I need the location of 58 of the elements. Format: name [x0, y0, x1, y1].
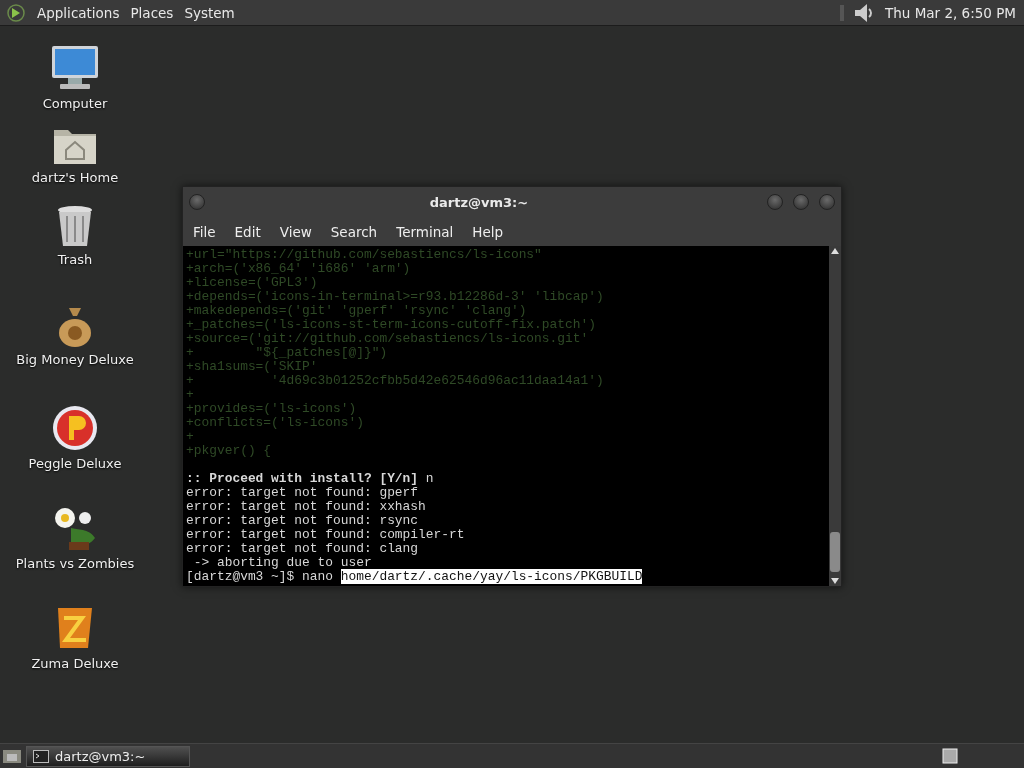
terminal-line: :: Proceed with install? [Y/n] n [186, 472, 435, 486]
menu-item[interactable]: File [193, 223, 216, 240]
menu-item[interactable]: Edit [234, 223, 261, 240]
show-desktop-icon[interactable] [2, 747, 22, 765]
terminal-line: error: target not found: compiler-rt [186, 528, 466, 542]
terminal-line: +pkgver() { [186, 444, 273, 458]
icon-label[interactable]: Zuma Deluxe [31, 656, 119, 671]
minimize-button[interactable] [767, 194, 783, 210]
menu-item[interactable]: Terminal [396, 223, 454, 240]
terminal-line: [dartz@vm3 ~]$ nano home/dartz/.cache/yay/ls-icons/PKGBUILD [186, 570, 644, 584]
icon-label[interactable]: Peggle Deluxe [28, 456, 122, 471]
terminal-line: + '4d69c3b01252cfbb5d42e62546d96ac11daa14a1') [186, 374, 605, 388]
up-arrow-icon[interactable] [831, 248, 839, 254]
icon-label[interactable]: Computer [42, 96, 108, 111]
terminal-line: error: target not found: rsync [186, 514, 420, 528]
down-arrow-icon[interactable] [831, 578, 839, 584]
menu-item[interactable]: Search [330, 223, 378, 240]
terminal-line: + "${_patches[@]}") [186, 346, 389, 360]
terminal-line: +provides=('ls-icons') [186, 402, 358, 416]
terminal-line: +depends=('icons-in-terminal>=r93.b12286d-3' 'libcap') [186, 290, 605, 304]
trash-icon [55, 204, 95, 248]
window-title: dartz@vm3:~ [428, 194, 530, 210]
close-button[interactable] [819, 194, 835, 210]
scrollbar[interactable] [829, 246, 841, 586]
task-label: dartz@vm3:~ [55, 748, 146, 764]
clock[interactable]: Thu Mar 2, 6:50 PM [885, 4, 1016, 21]
icon-label[interactable]: Big Money Deluxe [16, 352, 134, 367]
panel-menu[interactable]: System [184, 4, 235, 21]
panel-menu[interactable]: Places [130, 4, 174, 21]
window-menu-button[interactable] [189, 194, 205, 210]
terminal-line: error: target not found: xxhash [186, 500, 427, 514]
maximize-button[interactable] [793, 194, 809, 210]
icon-label[interactable]: Trash [57, 252, 93, 267]
terminal-line: +sha1sums=('SKIP' [186, 360, 319, 374]
icon-label[interactable]: dartz's Home [31, 170, 119, 185]
workspace-icon[interactable] [942, 748, 958, 764]
menu-item[interactable]: Help [472, 223, 504, 240]
terminal-line: + [186, 388, 195, 402]
terminal-line: +url="https://github.com/sebastiencs/ls-icons" [186, 248, 543, 262]
task-button[interactable]: dartz@vm3:~ [26, 745, 190, 767]
logo-icon[interactable] [6, 2, 26, 23]
scrollbar-thumb[interactable] [830, 532, 840, 572]
terminal-line: error: target not found: clang [186, 542, 420, 556]
ball-icon [51, 404, 99, 452]
terminal-line: +arch=('x86_64' 'i686' 'arm') [186, 262, 412, 276]
terminal-line: -> aborting due to user [192, 556, 373, 570]
terminal-line: + [186, 430, 195, 444]
menu-item[interactable]: View [279, 223, 312, 240]
terminal-line: +conflicts=('ls-icons') [186, 416, 365, 430]
terminal-line: +source=('git://github.com/sebastiencs/ls-icons.git' [186, 332, 590, 346]
computer-icon [50, 44, 100, 92]
panel-menu[interactable]: Applications [37, 4, 120, 21]
terminal-icon [33, 749, 49, 763]
terminal-line: error: target not found: gperf [186, 486, 420, 500]
terminal-line: +license=('GPL3') [186, 276, 319, 290]
terminal-line: +_patches=('ls-icons-st-term-icons-cutoff-fix.patch') [186, 318, 597, 332]
terminal-line: +makedepends=('git' 'gperf' 'rsync' 'clang') [186, 304, 528, 318]
icon-label[interactable]: Plants vs Zombies [15, 556, 135, 571]
